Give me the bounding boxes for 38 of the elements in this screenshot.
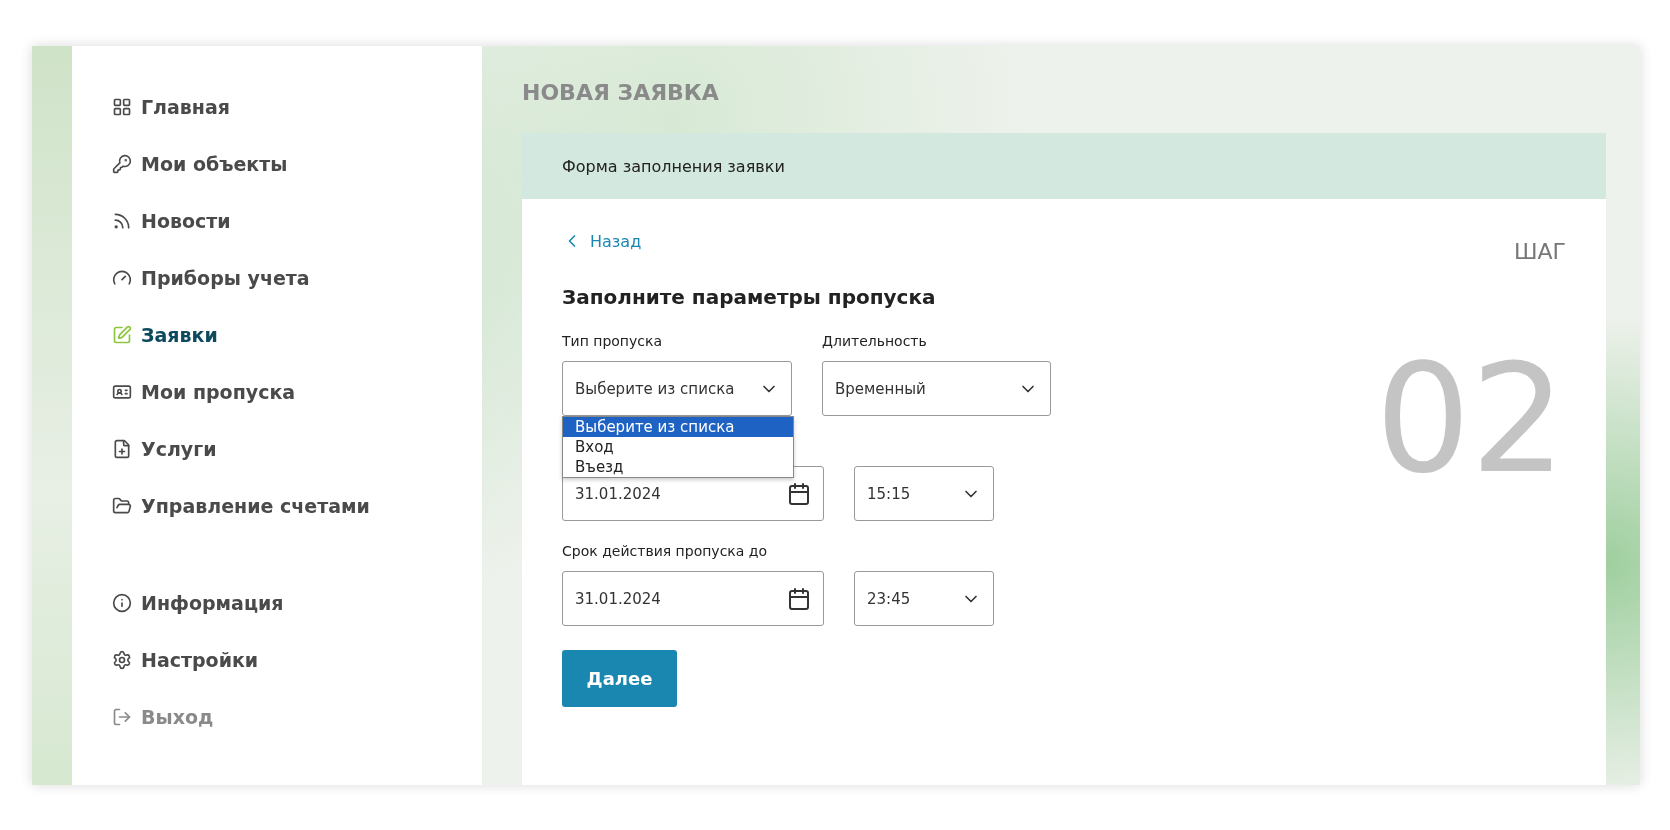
sidebar-item[interactable]: Мои пропуска: [112, 363, 482, 420]
info-icon: [112, 592, 132, 613]
field-label: Срок действия пропуска до: [562, 543, 769, 561]
key-icon: [112, 153, 132, 174]
sidebar-item[interactable]: Настройки: [112, 631, 482, 688]
sidebar-item[interactable]: Мои объекты: [112, 135, 482, 192]
sidebar-item[interactable]: Главная: [112, 78, 482, 135]
calendar-icon: [787, 586, 811, 611]
logout-icon: [112, 706, 132, 727]
sidebar-item[interactable]: Приборы учета: [112, 249, 482, 306]
settings-icon: [112, 649, 132, 670]
edit-icon: [112, 324, 132, 345]
calendar-icon: [787, 481, 811, 506]
dropdown-option[interactable]: Въезд: [563, 457, 793, 477]
step-label: ШАГ: [1514, 239, 1566, 264]
file-plus-icon: [112, 438, 132, 459]
duration-select[interactable]: Временный: [822, 361, 1051, 416]
dropdown-option[interactable]: Вход: [563, 437, 793, 457]
field-label: Длительность: [822, 333, 928, 351]
pass-type-select[interactable]: Выберите из списка: [562, 361, 792, 416]
step-number: 02: [1375, 344, 1566, 494]
back-link[interactable]: Назад: [562, 231, 1376, 251]
sidebar-item[interactable]: Услуги: [112, 420, 482, 477]
field-label: Тип пропуска: [562, 333, 664, 351]
sidebar-item[interactable]: Информация: [112, 574, 482, 631]
dropdown-option[interactable]: Выберите из списка: [563, 417, 793, 437]
page-title: НОВАЯ ЗАЯВКА: [522, 80, 720, 105]
grid-icon: [112, 96, 132, 117]
form-heading: Заполните параметры пропуска: [562, 285, 937, 309]
sidebar-item[interactable]: Новости: [112, 192, 482, 249]
sidebar-item[interactable]: Заявки: [112, 306, 482, 363]
time-select[interactable]: 15:15: [854, 466, 994, 521]
folder-icon: [112, 495, 132, 516]
sidebar-item[interactable]: Управление счетами: [112, 477, 482, 534]
card-header: Форма заполнения заявки: [522, 133, 1606, 199]
next-button[interactable]: Далее: [562, 650, 677, 707]
date-field[interactable]: 31.01.2024: [562, 571, 824, 626]
time-select[interactable]: 23:45: [854, 571, 994, 626]
